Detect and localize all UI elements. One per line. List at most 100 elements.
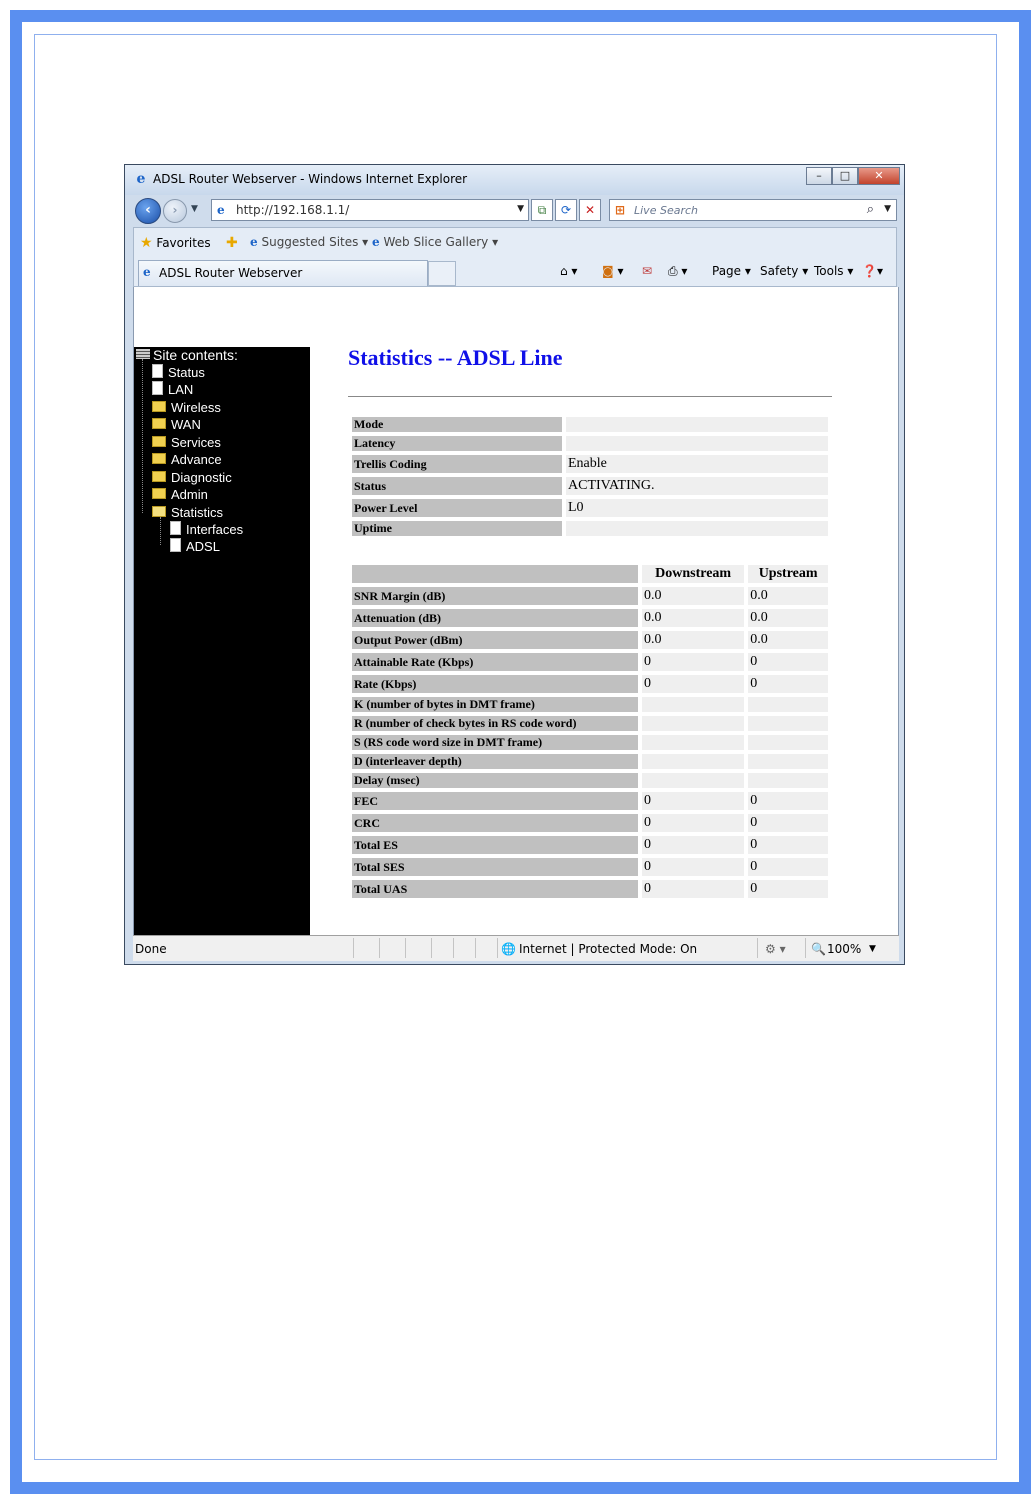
upstream-value [748, 754, 828, 769]
sidebar-item-label: Admin [171, 487, 208, 502]
upstream-value: 0 [748, 858, 828, 876]
page-title: Statistics -- ADSL Line [348, 345, 563, 370]
table-row: Total ES 0 0 [352, 836, 828, 854]
minimize-button[interactable]: – [806, 167, 832, 185]
print-icon[interactable]: ⎙ ▾ [668, 264, 687, 279]
status-divider [453, 938, 454, 958]
address-input[interactable]: http://192.168.1.1/ [236, 203, 349, 217]
search-options-dropdown-icon[interactable]: ▼ [884, 204, 891, 214]
sidebar-item-statistics[interactable]: Statistics [152, 504, 223, 521]
tab-title: ADSL Router Webserver [159, 266, 303, 280]
row-label: Latency [352, 436, 562, 451]
home-icon[interactable]: ⌂ ▾ [560, 264, 577, 278]
favorites-button[interactable]: ★ Favorites [140, 235, 211, 251]
status-divider [475, 938, 476, 958]
tools-menu[interactable]: Tools ▾ [814, 264, 853, 278]
address-bar[interactable]: e http://192.168.1.1/ ▼ [211, 199, 529, 221]
compatibility-view-icon[interactable]: ⧉ [531, 199, 553, 221]
row-label: R (number of check bytes in RS code word… [352, 716, 638, 731]
status-text: Done [135, 942, 167, 956]
read-mail-icon[interactable]: ✉ [642, 264, 652, 278]
table-row: Uptime [352, 521, 828, 536]
status-divider [379, 938, 380, 958]
close-button[interactable]: ✕ [858, 167, 900, 185]
header-blank-cell [352, 565, 638, 583]
table-row: Attainable Rate (Kbps) 0 0 [352, 653, 828, 671]
maximize-button[interactable]: □ [832, 167, 858, 185]
tree-connector [142, 359, 143, 513]
sidebar-item-lan[interactable]: LAN [152, 381, 193, 398]
sidebar-item-diagnostic[interactable]: Diagnostic [152, 469, 232, 486]
page-menu[interactable]: Page ▾ [712, 264, 751, 278]
row-label: Total UAS [352, 880, 638, 898]
downstream-value: 0.0 [642, 587, 745, 605]
upstream-value: 0 [748, 792, 828, 810]
zoom-level[interactable]: 100% [827, 942, 861, 956]
recent-pages-dropdown-icon[interactable]: ▼ [191, 204, 198, 214]
table-row: Total UAS 0 0 [352, 880, 828, 898]
sidebar-item-wireless[interactable]: Wireless [152, 399, 221, 416]
search-icon[interactable]: ⌕ [867, 202, 874, 217]
page-content: Site contents: Status LAN Wireless WAN S… [133, 287, 899, 935]
title-bar[interactable]: e ADSL Router Webserver - Windows Intern… [125, 165, 904, 195]
search-box[interactable]: ⊞ Live Search ⌕ ▼ [609, 199, 897, 221]
tree-connector [160, 517, 161, 545]
suggested-sites-label: Suggested Sites ▾ [261, 235, 369, 249]
suggested-sites-icon: e [250, 235, 258, 249]
downstream-value: 0 [642, 792, 745, 810]
sidebar-header: Site contents: [136, 347, 238, 363]
add-favorites-icon[interactable]: ✚ [226, 235, 238, 251]
table-row: Trellis Coding Enable [352, 455, 828, 473]
table-row: Attenuation (dB) 0.0 0.0 [352, 609, 828, 627]
stop-icon[interactable]: ✕ [579, 199, 601, 221]
row-label: S (RS code word size in DMT frame) [352, 735, 638, 750]
status-divider [805, 938, 806, 958]
address-dropdown-icon[interactable]: ▼ [517, 204, 524, 214]
folder-icon [152, 471, 166, 482]
upstream-value: 0 [748, 880, 828, 898]
feeds-icon[interactable]: ◙ ▾ [602, 264, 624, 278]
back-button[interactable]: ‹ [135, 198, 161, 224]
sidebar-item-adsl[interactable]: ADSL [170, 538, 220, 555]
search-input[interactable]: Live Search [634, 204, 698, 217]
document-icon [170, 521, 181, 535]
folder-icon [152, 436, 166, 447]
protected-mode-icon[interactable]: ⚙ ▾ [765, 942, 786, 956]
table-row: SNR Margin (dB) 0.0 0.0 [352, 587, 828, 605]
site-contents-sidebar: Site contents: Status LAN Wireless WAN S… [134, 347, 310, 935]
row-label: Total SES [352, 858, 638, 876]
folder-icon [152, 418, 166, 429]
security-zone-text[interactable]: Internet | Protected Mode: On [519, 942, 697, 956]
folder-icon [152, 488, 166, 499]
upstream-value [748, 716, 828, 731]
upstream-value [748, 773, 828, 788]
sidebar-item-status[interactable]: Status [152, 364, 205, 381]
refresh-icon[interactable]: ⟳ [555, 199, 577, 221]
sidebar-item-label: Interfaces [186, 522, 244, 537]
downstream-header: Downstream [642, 565, 745, 583]
sidebar-item-admin[interactable]: Admin [152, 486, 208, 503]
downstream-value: 0 [642, 836, 745, 854]
row-label: Total ES [352, 836, 638, 854]
folder-icon [152, 401, 166, 412]
sidebar-item-wan[interactable]: WAN [152, 416, 201, 433]
downstream-value [642, 773, 745, 788]
zoom-dropdown-icon[interactable]: ▼ [869, 944, 876, 954]
new-tab-button[interactable] [428, 261, 456, 286]
suggested-sites-link[interactable]: e Suggested Sites ▾ [250, 235, 368, 249]
web-slice-gallery-link[interactable]: e Web Slice Gallery ▾ [372, 235, 498, 249]
forward-button[interactable]: › [163, 199, 187, 223]
zoom-icon[interactable]: 🔍 [811, 942, 826, 956]
line-stats-table: Downstream Upstream SNR Margin (dB) 0.0 0.… [348, 561, 832, 902]
row-label: Status [352, 477, 562, 495]
sidebar-item-advance[interactable]: Advance [152, 451, 222, 468]
page-icon: e [217, 203, 225, 217]
line-info-table: Mode Latency Trellis Coding Enable Status ACT… [348, 413, 832, 540]
sidebar-item-interfaces[interactable]: Interfaces [170, 521, 243, 538]
internet-zone-icon: 🌐 [501, 942, 516, 956]
safety-menu[interactable]: Safety ▾ [760, 264, 808, 278]
sidebar-item-services[interactable]: Services [152, 434, 221, 451]
table-row: Power Level L0 [352, 499, 828, 517]
tab-adsl-router-webserver[interactable]: e ADSL Router Webserver [138, 260, 428, 286]
help-icon[interactable]: ❓▾ [862, 264, 883, 278]
